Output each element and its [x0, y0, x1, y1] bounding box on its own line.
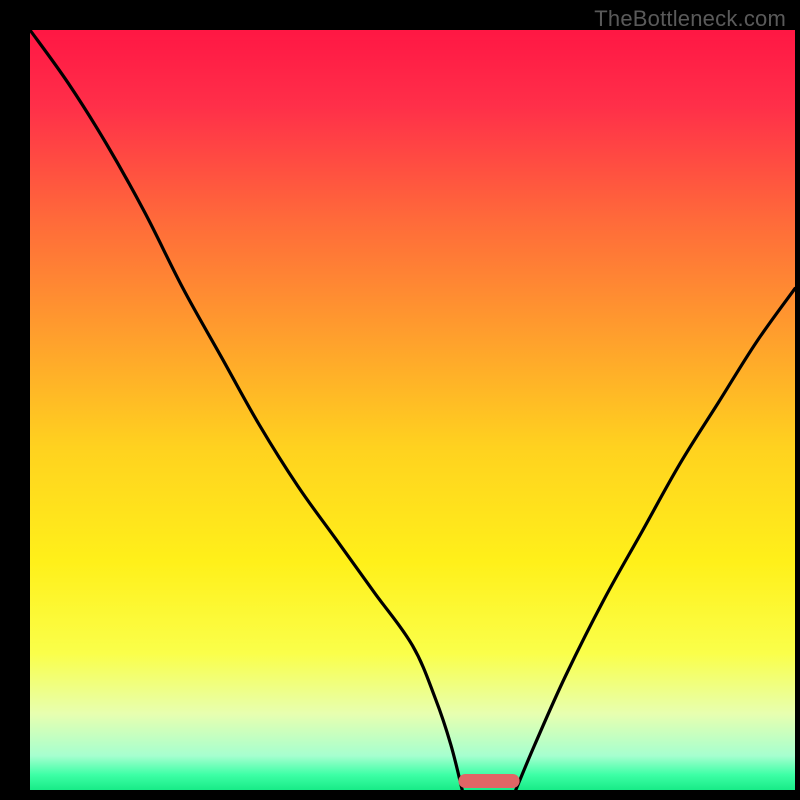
chart-container: TheBottleneck.com [0, 0, 800, 800]
bottleneck-plot [0, 0, 800, 800]
plot-background [30, 30, 795, 790]
watermark-text: TheBottleneck.com [594, 6, 786, 32]
bottleneck-marker [458, 774, 519, 788]
